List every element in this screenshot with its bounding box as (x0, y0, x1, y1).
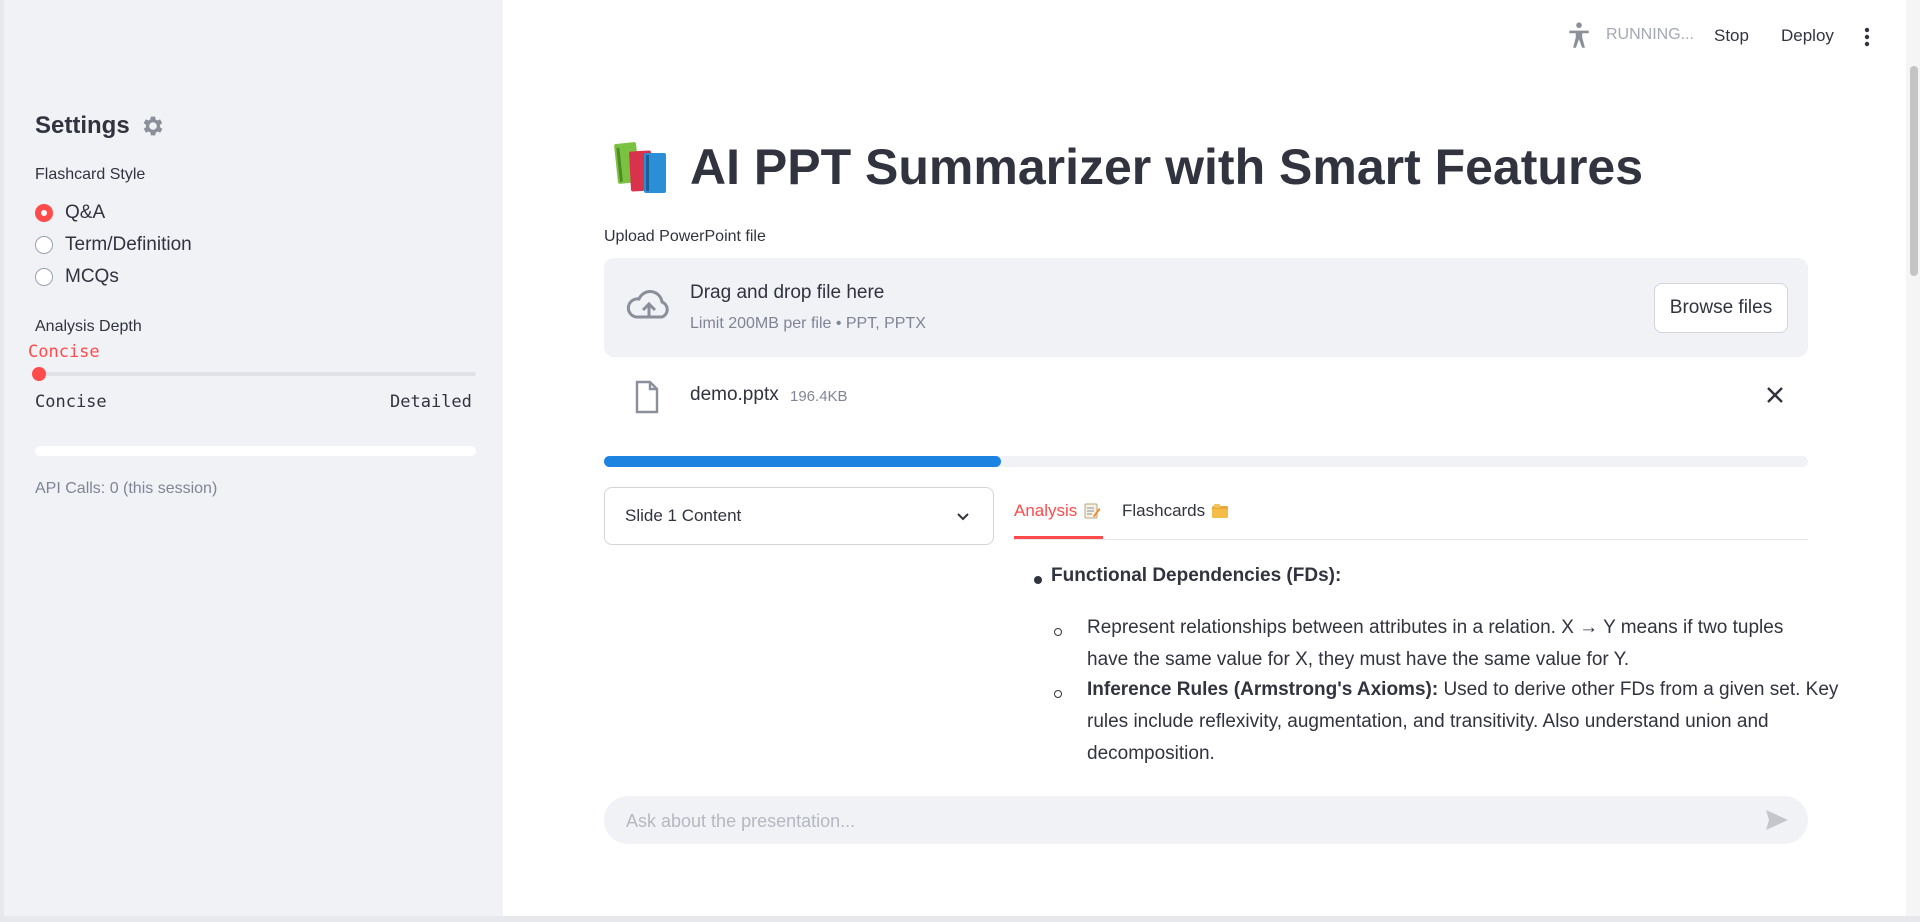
radio-label: Q&A (65, 202, 106, 223)
slide-select[interactable]: Slide 1 Content (604, 487, 994, 545)
memo-icon (1084, 503, 1101, 519)
active-tab-indicator (1014, 536, 1103, 539)
more-menu-icon[interactable] (1862, 26, 1872, 48)
scrollbar-thumb[interactable] (1910, 66, 1918, 276)
bullet-marker (1034, 576, 1042, 584)
progress-bar-fill (604, 456, 1002, 467)
stop-button[interactable]: Stop (1714, 26, 1749, 46)
sub-bullet-marker (1054, 690, 1062, 698)
chat-input-bar[interactable] (604, 796, 1808, 844)
file-dropzone[interactable]: Drag and drop file here Limit 200MB per … (604, 258, 1808, 357)
browse-files-button[interactable]: Browse files (1654, 283, 1788, 333)
send-icon[interactable] (1764, 808, 1790, 832)
running-status: RUNNING... (1606, 26, 1694, 43)
page-title: AI PPT Summarizer with Smart Features (612, 138, 1643, 196)
upload-label: Upload PowerPoint file (604, 228, 766, 245)
content-item2-line1: Inference Rules (Armstrong's Axioms): Us… (1087, 674, 1838, 706)
tab-label: Analysis (1014, 501, 1078, 520)
content-item2-bold: Inference Rules (Armstrong's Axioms): (1087, 679, 1439, 700)
chevron-down-icon (957, 513, 969, 521)
card-index-dividers-icon (1212, 504, 1229, 518)
close-icon[interactable] (1764, 384, 1786, 406)
analysis-depth-label: Analysis Depth (35, 318, 142, 335)
cloud-upload-icon (626, 290, 669, 319)
content-item1-line1: Represent relationships between attribut… (1087, 617, 1784, 638)
tab-flashcards[interactable]: Flashcards (1122, 501, 1229, 521)
radio-label: Term/Definition (65, 234, 192, 255)
sidebar: Settings Flashcard Style Q&A Term/Defini… (0, 0, 503, 916)
uploaded-file-row: demo.pptx 196.4KB (604, 370, 1808, 426)
progress-bar (604, 456, 1808, 467)
radio-label: MCQs (65, 266, 119, 287)
dropzone-subtitle: Limit 200MB per file • PPT, PPTX (690, 315, 926, 332)
slider-track[interactable] (35, 372, 476, 376)
gear-icon (143, 116, 163, 136)
dropzone-title: Drag and drop file here (690, 282, 885, 303)
slide-select-value: Slide 1 Content (625, 506, 742, 525)
file-icon (635, 380, 659, 414)
radio-button[interactable] (35, 268, 53, 286)
radio-mcqs[interactable]: MCQs (35, 266, 119, 288)
content-item1-line2: have the same value for X, they must hav… (1087, 649, 1630, 670)
api-calls-text: API Calls: 0 (this session) (35, 480, 218, 497)
file-name: demo.pptx (690, 384, 779, 405)
tab-analysis[interactable]: Analysis (1014, 501, 1101, 521)
books-icon (614, 142, 666, 193)
sidebar-title: Settings (35, 112, 166, 140)
radio-qa[interactable]: Q&A (35, 202, 105, 224)
chat-input[interactable] (624, 809, 1728, 833)
slider-value: Concise (28, 342, 100, 362)
window-bottom-border (0, 916, 1920, 922)
deploy-button[interactable]: Deploy (1781, 26, 1834, 46)
slider-max-label: Detailed (390, 392, 472, 412)
content-item2-line2: rules include reflexivity, augmentation,… (1087, 711, 1769, 732)
tab-bar: Analysis Flashcards (1014, 487, 1808, 540)
tab-label: Flashcards (1122, 501, 1206, 520)
radio-button-checked[interactable] (35, 204, 53, 222)
slider-min-label: Concise (35, 392, 107, 412)
content-heading: Functional Dependencies (FDs): (1051, 565, 1342, 586)
slider-thumb[interactable] (32, 367, 46, 381)
running-man-icon (1569, 22, 1589, 48)
radio-button[interactable] (35, 236, 53, 254)
sub-bullet-marker (1054, 628, 1062, 636)
content-item2-rest: Used to derive other FDs from a given se… (1438, 679, 1839, 700)
flashcard-style-label: Flashcard Style (35, 166, 146, 183)
sidebar-title-text: Settings (35, 112, 130, 139)
scrollbar[interactable] (1906, 0, 1920, 916)
content-item2-line3: decomposition. (1087, 743, 1215, 764)
file-size: 196.4KB (790, 388, 848, 405)
page-title-text: AI PPT Summarizer with Smart Features (690, 139, 1644, 195)
sidebar-divider-bar (35, 446, 476, 456)
radio-term-definition[interactable]: Term/Definition (35, 234, 192, 256)
